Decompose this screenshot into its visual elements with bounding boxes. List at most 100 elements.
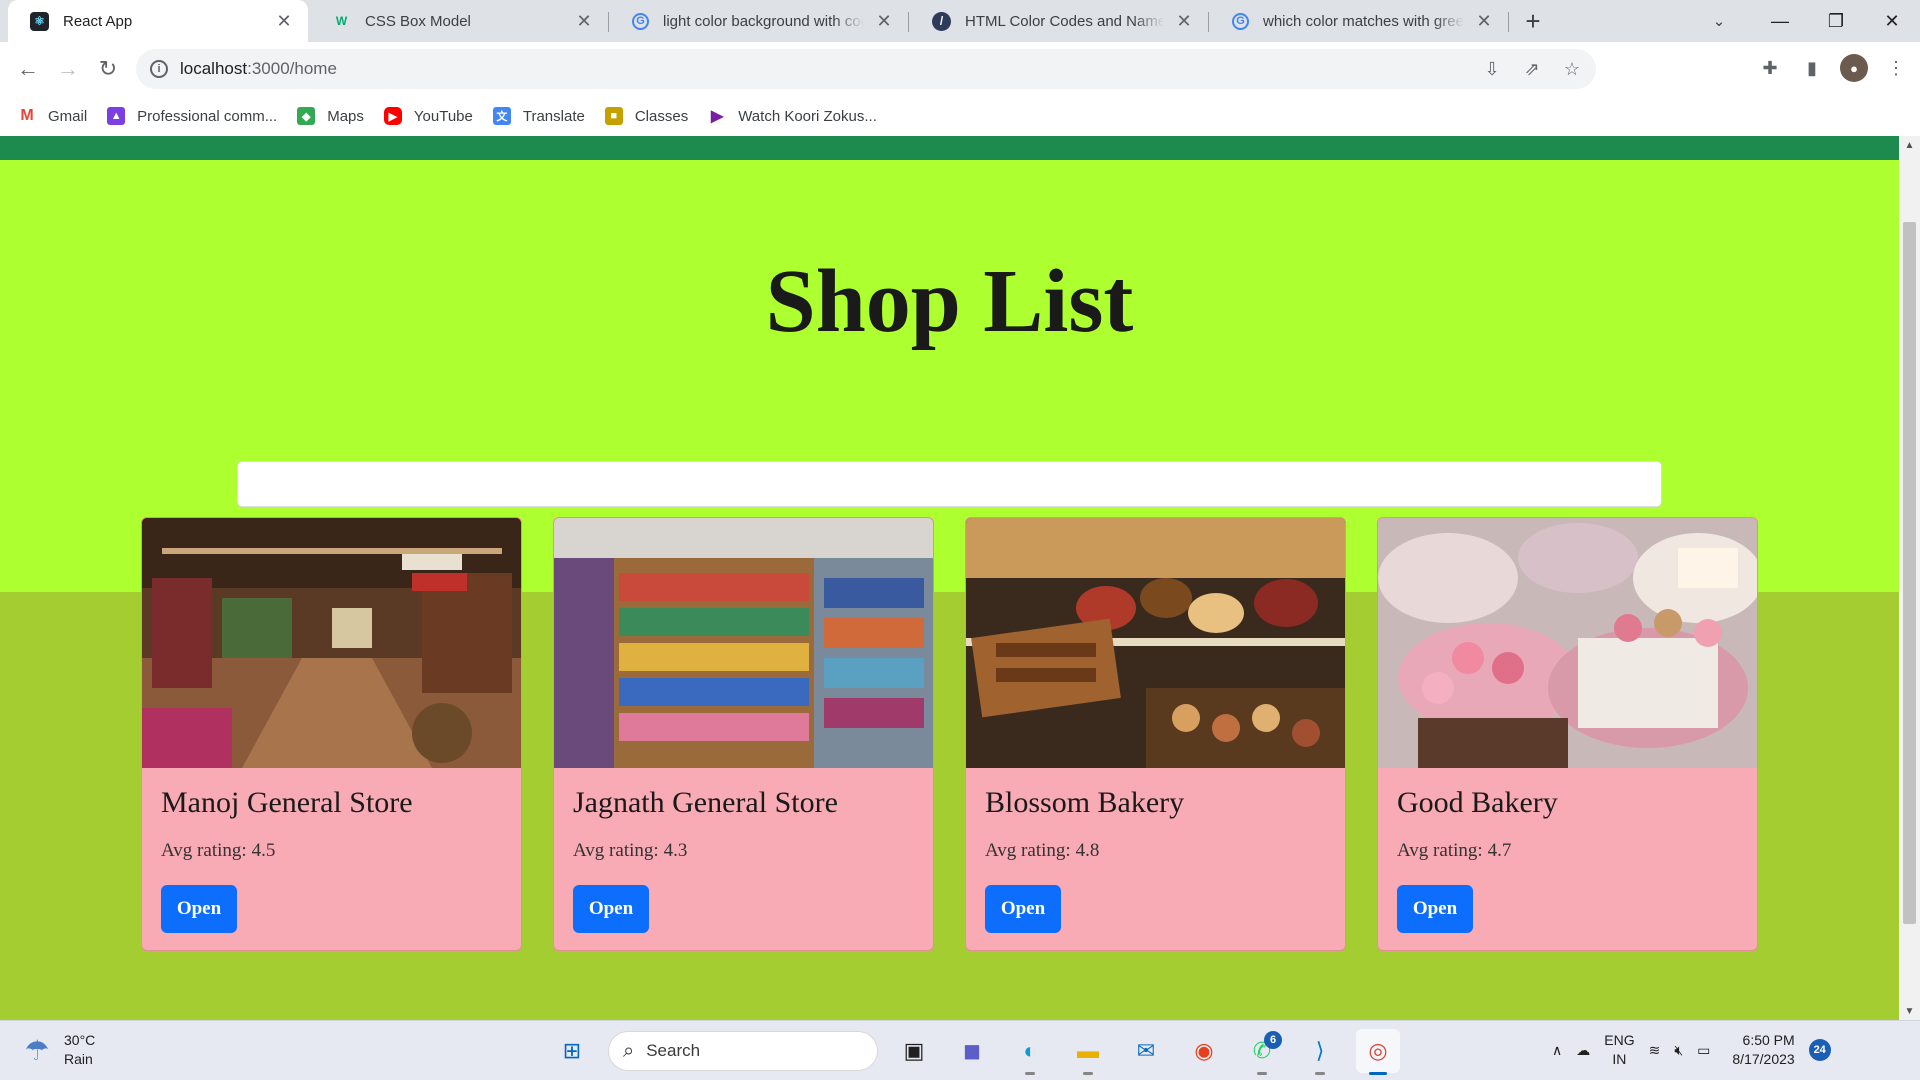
url-text[interactable]: localhost:3000/home bbox=[180, 59, 337, 79]
tab-react-app[interactable]: ⚛ React App ✕ bbox=[8, 0, 308, 42]
reload-icon[interactable]: ↻ bbox=[92, 53, 124, 85]
gmail-icon: M bbox=[20, 107, 34, 124]
show-hidden-icons-chevron-icon[interactable]: ∧ bbox=[1552, 1042, 1562, 1059]
tab-title: React App bbox=[63, 12, 133, 30]
bookmark-koori-zokusei[interactable]: ▶ Watch Koori Zokus... bbox=[708, 107, 877, 126]
language-code: ENG bbox=[1604, 1032, 1635, 1048]
restore-icon[interactable]: ❐ bbox=[1808, 0, 1864, 42]
address-bar[interactable]: i localhost:3000/home ⇩ ⇗ ☆ bbox=[136, 49, 1596, 89]
tab-divider bbox=[908, 12, 909, 32]
tab-title: which color matches with green - bbox=[1263, 12, 1464, 30]
site-info-icon[interactable]: i bbox=[150, 60, 168, 78]
weather-widget[interactable]: ☂ 30°C Rain bbox=[20, 1031, 95, 1069]
shop-rating: Avg rating: 4.8 bbox=[985, 840, 1099, 862]
page-viewport: Shop List Manoj General Store Avg rating… bbox=[0, 136, 1899, 1020]
cakes-macarons-image bbox=[1378, 518, 1757, 768]
region-code: IN bbox=[1612, 1051, 1627, 1067]
tab-css-box-model[interactable]: W CSS Box Model ✕ bbox=[310, 0, 608, 42]
shop-card: Manoj General Store Avg rating: 4.5 Open bbox=[141, 517, 522, 951]
w3schools-icon: W bbox=[335, 14, 348, 28]
minimize-icon[interactable]: — bbox=[1752, 0, 1808, 42]
tab-divider bbox=[1508, 12, 1509, 32]
windows-start-icon[interactable]: ⊞ bbox=[550, 1029, 594, 1073]
shop-search-input[interactable] bbox=[237, 461, 1662, 507]
rating-label: Avg rating: bbox=[1397, 840, 1483, 861]
grocery-shelves-image bbox=[554, 518, 933, 768]
forward-arrow-icon[interactable]: → bbox=[52, 53, 84, 85]
tab-search-chevron-icon[interactable]: ⌄ bbox=[1706, 8, 1732, 34]
rating-value: 4.8 bbox=[1075, 840, 1100, 861]
back-arrow-icon[interactable]: ← bbox=[12, 53, 44, 85]
shop-rating: Avg rating: 4.3 bbox=[573, 840, 687, 862]
scroll-up-arrow-icon[interactable]: ▲ bbox=[1899, 136, 1920, 154]
bookmark-classes[interactable]: ■ Classes bbox=[604, 107, 688, 125]
browser-menu-icon[interactable]: ⋮ bbox=[1882, 54, 1910, 82]
onedrive-cloud-icon[interactable]: ☁ bbox=[1576, 1042, 1590, 1059]
side-panel-icon[interactable]: ▮ bbox=[1798, 54, 1826, 82]
bookmark-translate[interactable]: 文 Translate bbox=[492, 107, 585, 125]
close-tab-icon[interactable]: ✕ bbox=[574, 11, 594, 32]
windows-taskbar: ☂ 30°C Rain ⊞ ⌕ Search ▣ ◼ ◐ ▬ ✉ ◉ ✆ 6 ⟩ … bbox=[0, 1020, 1920, 1080]
bookmark-youtube[interactable]: ▶ YouTube bbox=[383, 107, 473, 125]
tab-html-color-codes[interactable]: / HTML Color Codes and Names ✕ bbox=[910, 0, 1208, 42]
teams-chat-icon[interactable]: ◼ bbox=[950, 1029, 994, 1073]
scroll-down-arrow-icon[interactable]: ▼ bbox=[1899, 1002, 1920, 1020]
volume-muted-icon[interactable]: 🔇︎ bbox=[1674, 1042, 1683, 1059]
mail-icon[interactable]: ✉ bbox=[1124, 1029, 1168, 1073]
open-shop-button[interactable]: Open bbox=[985, 885, 1061, 933]
notification-count-badge[interactable]: 24 bbox=[1808, 1039, 1831, 1061]
whatsapp-icon[interactable]: ✆ 6 bbox=[1240, 1029, 1284, 1075]
close-tab-icon[interactable]: ✕ bbox=[1474, 11, 1494, 32]
open-shop-button[interactable]: Open bbox=[573, 885, 649, 933]
rating-value: 4.7 bbox=[1487, 840, 1512, 861]
taskbar-search-box[interactable]: ⌕ Search bbox=[608, 1031, 878, 1071]
page-title: Shop List bbox=[765, 252, 1134, 351]
bookmark-gmail[interactable]: M Gmail bbox=[18, 107, 87, 125]
bookmark-maps[interactable]: ◆ Maps bbox=[297, 107, 364, 125]
battery-icon[interactable]: ▭ bbox=[1697, 1042, 1710, 1059]
close-tab-icon[interactable]: ✕ bbox=[1174, 11, 1194, 32]
taskbar-apps: ⊞ ⌕ Search ▣ ◼ ◐ ▬ ✉ ◉ ✆ 6 ⟩ ◎ bbox=[550, 1029, 1400, 1075]
bookmark-label: Translate bbox=[522, 107, 585, 125]
tab-google-search-1[interactable]: G light color background with code ✕ bbox=[610, 0, 908, 42]
weather-temperature: 30°C bbox=[64, 1032, 96, 1048]
bookmark-star-icon[interactable]: ☆ bbox=[1560, 57, 1584, 81]
rating-label: Avg rating: bbox=[573, 840, 659, 861]
new-tab-button[interactable]: + bbox=[1518, 6, 1548, 36]
share-icon[interactable]: ⇗ bbox=[1520, 57, 1544, 81]
bookmark-label: Maps bbox=[327, 107, 364, 125]
extensions-puzzle-icon[interactable]: ✚ bbox=[1756, 54, 1784, 82]
input-language[interactable]: ENG IN bbox=[1604, 1031, 1634, 1069]
close-window-icon[interactable]: ✕ bbox=[1864, 0, 1920, 42]
scrollbar-thumb[interactable] bbox=[1903, 222, 1916, 924]
close-tab-icon[interactable]: ✕ bbox=[874, 11, 894, 32]
tab-google-search-2[interactable]: G which color matches with green - ✕ bbox=[1210, 0, 1508, 42]
rating-label: Avg rating: bbox=[161, 840, 247, 861]
system-tray: ∧ ☁ ENG IN ≋ 🔇︎ ▭ 6:50 PM 8/17/2023 24 bbox=[1552, 1031, 1831, 1069]
taskbar-clock[interactable]: 6:50 PM 8/17/2023 bbox=[1732, 1031, 1794, 1069]
rating-value: 4.5 bbox=[251, 840, 276, 861]
shop-rating: Avg rating: 4.5 bbox=[161, 840, 275, 862]
whatsapp-badge: 6 bbox=[1264, 1031, 1282, 1049]
open-shop-button[interactable]: Open bbox=[1397, 885, 1473, 933]
close-tab-icon[interactable]: ✕ bbox=[274, 11, 294, 32]
shop-rating: Avg rating: 4.7 bbox=[1397, 840, 1511, 862]
bookmark-professional-comm[interactable]: ▲ Professional comm... bbox=[107, 107, 277, 125]
install-app-icon[interactable]: ⇩ bbox=[1480, 57, 1504, 81]
vscode-icon[interactable]: ⟩ bbox=[1298, 1029, 1342, 1075]
bookmark-label: Gmail bbox=[48, 107, 88, 125]
page-scrollbar[interactable]: ▲ ▼ bbox=[1899, 136, 1920, 1020]
wifi-icon[interactable]: ≋ bbox=[1649, 1042, 1661, 1059]
profile-avatar[interactable]: ● bbox=[1840, 54, 1868, 82]
file-explorer-icon[interactable]: ▬ bbox=[1066, 1029, 1110, 1075]
camera-app-icon[interactable]: ◉ bbox=[1182, 1029, 1226, 1073]
chrome-icon[interactable]: ◎ bbox=[1356, 1029, 1400, 1075]
google-icon: G bbox=[632, 12, 649, 30]
shop-name: Good Bakery bbox=[1397, 786, 1558, 819]
running-indicator bbox=[1315, 1072, 1325, 1075]
edge-browser-icon[interactable]: ◐ bbox=[1008, 1029, 1052, 1075]
task-view-icon[interactable]: ▣ bbox=[892, 1029, 936, 1073]
tab-title: HTML Color Codes and Names bbox=[965, 12, 1164, 30]
open-shop-button[interactable]: Open bbox=[161, 885, 237, 933]
shop-card: Blossom Bakery Avg rating: 4.8 Open bbox=[965, 517, 1346, 951]
